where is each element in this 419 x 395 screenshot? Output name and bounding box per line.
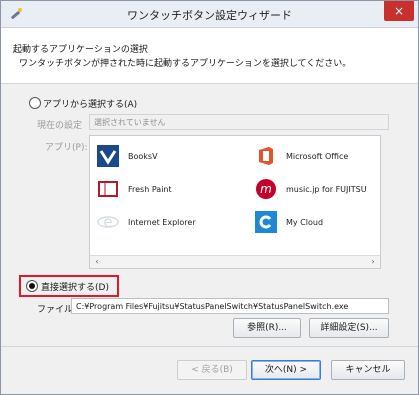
svg-text:e: e	[103, 213, 112, 231]
app-name: Microsoft Office	[286, 151, 349, 161]
direct-select-radio[interactable]	[26, 280, 38, 292]
current-setting-label: 現在の設定	[37, 121, 83, 131]
file-path-field[interactable]: C:¥Program Files¥Fujitsu¥StatusPanelSwit…	[71, 298, 389, 314]
file-label: ファイル	[37, 305, 74, 315]
header-heading: 起動するアプリケーションの選択	[13, 45, 148, 55]
wizard-window: ワンタッチボタン設定ウィザード × 起動するアプリケーションの選択 ワンタッチボ…	[0, 0, 419, 395]
music-jp-icon: m	[254, 177, 278, 201]
booksv-icon	[96, 144, 120, 168]
horizontal-scrollbar[interactable]: ‹ ›	[90, 255, 380, 268]
advanced-settings-button[interactable]: 詳細設定(S)...	[309, 318, 389, 338]
footer-divider	[1, 346, 418, 347]
app-item-fresh-paint[interactable]: Fresh Paint	[96, 177, 172, 201]
office-icon	[254, 144, 278, 168]
my-cloud-icon	[254, 210, 278, 234]
scroll-left-icon[interactable]: ‹	[92, 257, 102, 267]
current-setting-field: 選択されていません	[89, 114, 389, 130]
title-bar: ワンタッチボタン設定ウィザード ×	[1, 1, 418, 28]
app-item-booksv[interactable]: BooksV	[96, 144, 158, 168]
internet-explorer-icon: e	[96, 210, 120, 234]
window-title: ワンタッチボタン設定ウィザード	[127, 9, 292, 22]
app-item-internet-explorer[interactable]: e Internet Explorer	[96, 210, 196, 234]
app-name: My Cloud	[286, 217, 324, 227]
back-button[interactable]: < 戻る(B)	[177, 360, 247, 380]
app-item-my-cloud[interactable]: My Cloud	[254, 210, 323, 234]
cancel-button[interactable]: キャンセル	[331, 360, 405, 380]
app-name: music.jp for FUJITSU	[286, 184, 367, 194]
svg-text:m: m	[260, 182, 272, 196]
browse-button[interactable]: 参照(R)...	[233, 318, 301, 338]
scroll-right-icon[interactable]: ›	[368, 257, 378, 267]
select-app-label[interactable]: アプリから選択する(A)	[43, 97, 137, 110]
apps-list[interactable]: BooksV Microsoft Office Fresh Paint m mu…	[89, 135, 381, 269]
select-app-radio[interactable]	[29, 97, 41, 109]
close-button[interactable]: ×	[384, 1, 414, 21]
direct-select-label[interactable]: 直接選択する(D)	[41, 280, 109, 293]
fresh-paint-icon	[96, 177, 120, 201]
apps-label: アプリ(P):	[45, 143, 88, 153]
app-item-music-jp[interactable]: m music.jp for FUJITSU	[254, 177, 367, 201]
header-subheading: ワンタッチボタンが押された時に起動するアプリケーションを選択してください。	[19, 59, 352, 69]
app-item-microsoft-office[interactable]: Microsoft Office	[254, 144, 348, 168]
next-button[interactable]: 次へ(N) >	[251, 360, 321, 380]
app-name: Internet Explorer	[128, 217, 196, 227]
wizard-header: 起動するアプリケーションの選択 ワンタッチボタンが押された時に起動するアプリケー…	[1, 28, 418, 84]
app-name: BooksV	[128, 151, 158, 161]
app-name: Fresh Paint	[128, 184, 172, 194]
